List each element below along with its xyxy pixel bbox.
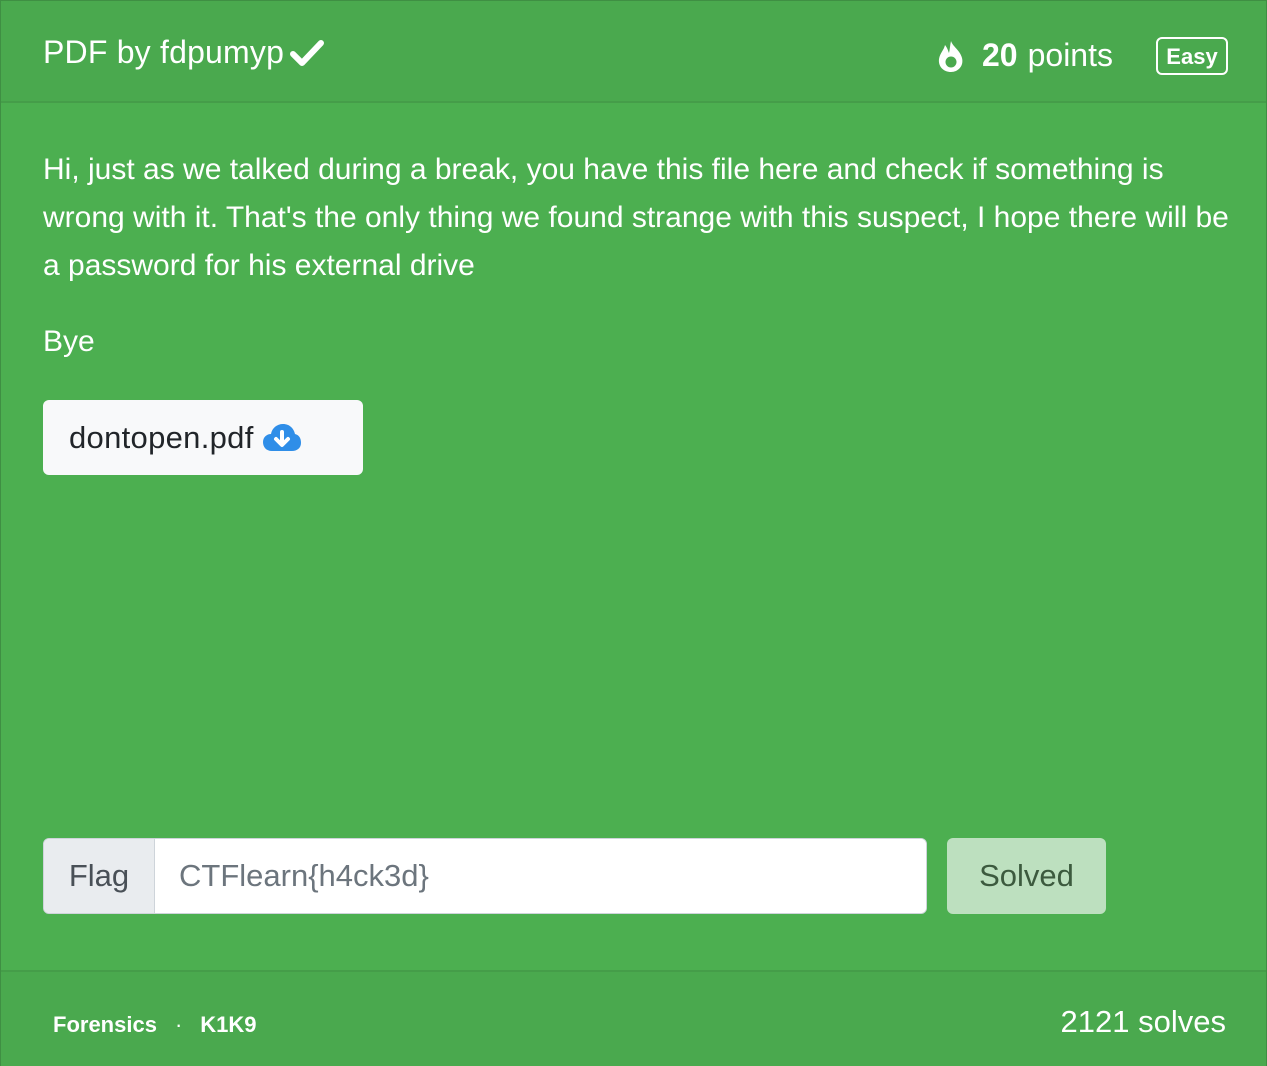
footer-separator: · bbox=[174, 1012, 183, 1037]
card-header: PDF by fdpumyp 20 points Easy bbox=[1, 1, 1266, 103]
flag-input[interactable] bbox=[155, 839, 926, 913]
challenge-card: PDF by fdpumyp 20 points Easy Hi, just a… bbox=[0, 0, 1267, 1066]
category-link[interactable]: Forensics bbox=[53, 1012, 157, 1038]
footer-meta: Forensics · K1K9 bbox=[53, 1012, 257, 1038]
card-footer: Forensics · K1K9 2121 solves bbox=[1, 970, 1266, 1066]
card-body: Hi, just as we talked during a break, yo… bbox=[43, 146, 1233, 362]
flag-label: Flag bbox=[44, 839, 155, 913]
file-name: dontopen.pdf bbox=[69, 419, 254, 455]
solves-count: 2121 solves bbox=[1060, 1004, 1226, 1039]
download-file-button[interactable]: dontopen.pdf bbox=[43, 400, 363, 475]
check-icon bbox=[290, 39, 325, 66]
fire-icon bbox=[938, 40, 963, 72]
points-display: 20 points bbox=[936, 37, 1113, 74]
challenge-title: PDF by fdpumyp bbox=[43, 34, 325, 71]
points-label: points bbox=[1027, 37, 1113, 73]
challenge-description: Hi, just as we talked during a break, yo… bbox=[43, 153, 1229, 282]
solved-button[interactable]: Solved bbox=[947, 838, 1106, 914]
closing-text: Bye bbox=[43, 325, 95, 358]
difficulty-badge: Easy bbox=[1156, 37, 1228, 75]
author-link[interactable]: K1K9 bbox=[200, 1012, 256, 1038]
points-value: 20 bbox=[982, 37, 1018, 73]
challenge-title-text: PDF by fdpumyp bbox=[43, 34, 285, 70]
cloud-download-icon bbox=[262, 423, 301, 451]
flag-input-group: Flag bbox=[43, 838, 927, 914]
